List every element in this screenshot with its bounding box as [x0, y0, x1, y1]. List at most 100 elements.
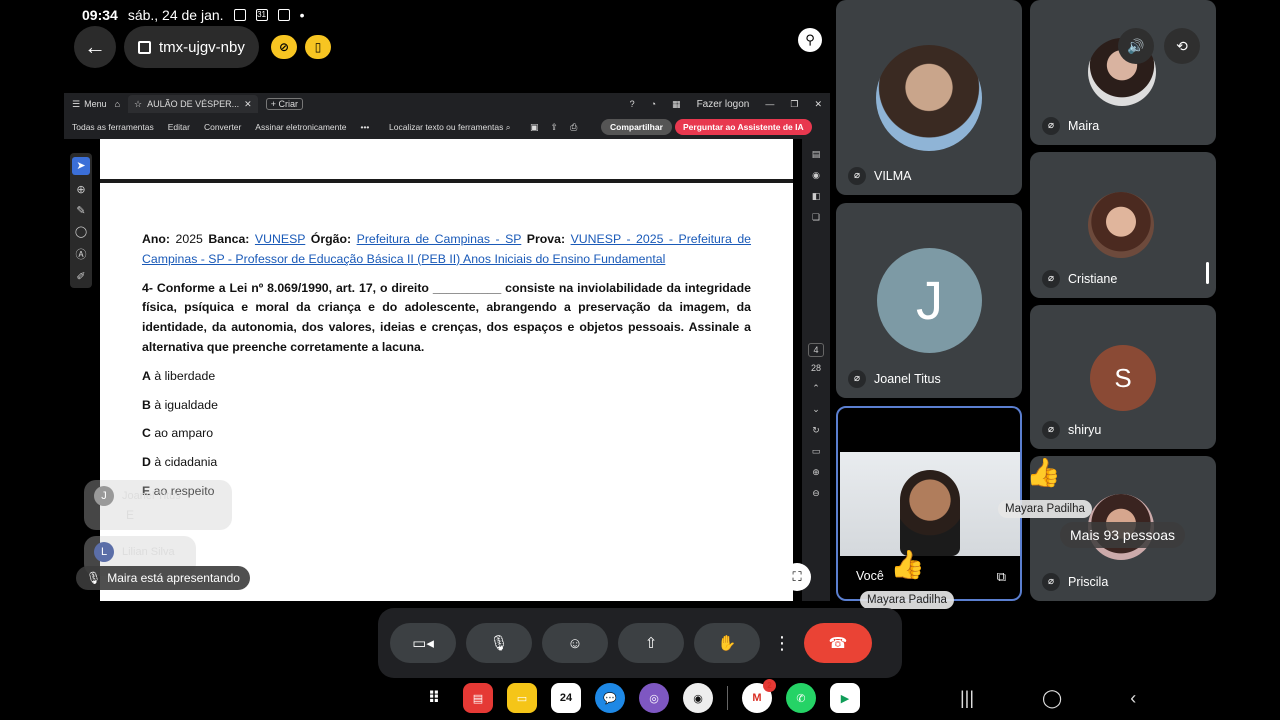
orgao-link[interactable]: Prefeitura de Campinas - SP: [357, 232, 522, 246]
chevron-up-icon[interactable]: ⌃: [812, 383, 820, 394]
sign-button[interactable]: Assinar eletronicamente: [255, 122, 346, 132]
ai-assistant-button[interactable]: Perguntar ao Assistente de IA: [675, 119, 812, 135]
zoom-out-icon[interactable]: ⊖: [812, 488, 820, 499]
sync-status-icon: [277, 9, 290, 21]
pin-icon: ⚲: [805, 32, 815, 47]
hamburger-icon: ☰: [72, 98, 81, 109]
camera-button[interactable]: ▭◂: [390, 623, 456, 663]
pin-button[interactable]: ⚲: [798, 28, 822, 52]
refresh-icon[interactable]: ↻: [812, 425, 820, 436]
chevron-down-icon[interactable]: ⌄: [812, 404, 820, 415]
option-a: A à liberdade: [142, 367, 751, 387]
end-call-button[interactable]: ☎: [804, 623, 872, 663]
convert-button[interactable]: Converter: [204, 122, 241, 132]
pdf-tab[interactable]: ☆ AULÃO DE VÉSPER... ✕: [128, 95, 258, 113]
new-tab-button[interactable]: + Criar: [265, 98, 303, 110]
participant-tile[interactable]: ⌀ VILMA: [836, 0, 1022, 195]
edit-button[interactable]: Editar: [168, 122, 190, 132]
banca-link[interactable]: VUNESP: [255, 232, 305, 246]
pen-icon[interactable]: ✎: [76, 204, 85, 217]
ano-value: 2025: [175, 232, 203, 246]
mic-icon: 🎙: [489, 635, 509, 652]
find-label: Localizar texto ou ferramentas: [389, 121, 504, 132]
camera-app-icon[interactable]: ◉: [683, 683, 713, 713]
participant-tile[interactable]: 🔊 ⟲ ⌀ Maira: [1030, 0, 1216, 145]
tiles-scrollbar[interactable]: [1206, 262, 1209, 284]
minimize-icon[interactable]: —: [765, 99, 774, 109]
home-circle-icon[interactable]: ◯: [1042, 688, 1062, 709]
camera-off-indicator-button[interactable]: ⊘: [271, 35, 297, 59]
restore-icon[interactable]: ❐: [790, 99, 798, 110]
meet-screen: 09:34 sáb., 24 de jan. 31 • ▭ ◠ 88 ← tmx…: [64, 0, 1216, 720]
close-tab-icon[interactable]: ✕: [244, 99, 252, 110]
sticky-icon[interactable]: ◉: [812, 170, 820, 181]
present-icon: ⇧: [644, 635, 658, 652]
back-nav-icon[interactable]: ‹: [1130, 688, 1136, 709]
gmail-app-icon[interactable]: M2: [742, 679, 776, 713]
present-button[interactable]: ⇧: [618, 623, 684, 663]
back-button[interactable]: ←: [74, 26, 116, 68]
more-options-button[interactable]: ⋮: [770, 623, 794, 663]
page-number[interactable]: 4: [808, 343, 824, 357]
bookmark-icon[interactable]: ◧: [812, 191, 821, 202]
comment-icon[interactable]: ▤: [812, 149, 821, 160]
flashcard-app-icon[interactable]: ▤: [463, 683, 493, 713]
raise-hand-button[interactable]: ✋: [694, 623, 760, 663]
mic-off-icon: ⌀: [848, 167, 866, 185]
meeting-code-chip[interactable]: tmx-ujgv-nby: [124, 26, 259, 68]
chat-sender: Joanel Titus: [122, 489, 181, 502]
home-icon[interactable]: ⌂: [115, 99, 120, 109]
participant-tile[interactable]: S ⌀ shiryu: [1030, 305, 1216, 449]
fullscreen-button[interactable]: ⛶: [783, 563, 811, 591]
document-icon[interactable]: ▭: [812, 446, 821, 457]
participant-tile[interactable]: J ⌀ Joanel Titus: [836, 203, 1022, 398]
print-icon[interactable]: ⎙: [570, 122, 577, 133]
leave-door-button[interactable]: ▯: [305, 35, 331, 59]
presenting-indicator: 🎙 Maira está apresentando: [76, 566, 250, 590]
meet-app-icon[interactable]: ▶: [830, 683, 860, 713]
self-tile[interactable]: Você ⧉: [836, 406, 1022, 601]
avatar: [1088, 192, 1154, 258]
end-call-icon: ☎: [828, 635, 848, 652]
lasso-icon[interactable]: ◯: [75, 225, 87, 238]
all-tools-button[interactable]: Todas as ferramentas: [72, 122, 154, 132]
messages-app-icon[interactable]: 💬: [595, 683, 625, 713]
files-app-icon[interactable]: ▭: [507, 683, 537, 713]
option-letter: B: [142, 397, 151, 412]
login-button[interactable]: Fazer logon: [697, 99, 750, 110]
save-icon[interactable]: ▣: [530, 122, 539, 133]
help-icon[interactable]: ?: [630, 99, 635, 109]
pages-icon[interactable]: ❏: [812, 212, 820, 223]
close-window-icon[interactable]: ✕: [814, 99, 822, 110]
more-people-chip[interactable]: Mais 93 pessoas: [1060, 522, 1186, 548]
share-button[interactable]: Compartilhar: [601, 119, 672, 135]
zoom-tool-icon[interactable]: ⊕: [76, 183, 85, 196]
text-box-icon[interactable]: Ⓐ: [76, 246, 87, 262]
recents-icon[interactable]: |||: [960, 688, 974, 709]
avatar: L: [94, 542, 114, 562]
mic-off-icon: ⌀: [1042, 421, 1060, 439]
whatsapp-app-icon[interactable]: ✆: [786, 683, 816, 713]
stamp-icon[interactable]: ✐: [76, 270, 85, 283]
share-screen-icon[interactable]: ⧉: [997, 569, 1006, 585]
pdf-menu[interactable]: ☰ Menu: [72, 99, 107, 110]
find-tools-button[interactable]: Localizar texto ou ferramentas ⌕: [389, 122, 510, 133]
switch-camera-icon[interactable]: ⟲: [1164, 28, 1200, 64]
app-drawer-icon[interactable]: ⠿: [419, 683, 449, 713]
select-cursor-icon[interactable]: ➤: [72, 157, 90, 175]
calendar-app-icon[interactable]: 24: [551, 683, 581, 713]
mic-button[interactable]: 🎙: [466, 623, 532, 663]
upload-icon[interactable]: ⇪: [551, 122, 559, 133]
avatar: J: [877, 248, 982, 353]
dock-divider: [727, 686, 728, 710]
option-text: à cidadania: [154, 455, 218, 470]
apps-icon[interactable]: ▦: [672, 99, 681, 110]
zoom-in-icon[interactable]: ⊕: [812, 467, 820, 478]
participant-tile[interactable]: ⌀ Cristiane: [1030, 152, 1216, 298]
emoji-button[interactable]: ☺: [542, 623, 608, 663]
volume-icon[interactable]: 🔊: [1118, 28, 1154, 64]
browser-app-icon[interactable]: ◎: [639, 683, 669, 713]
new-tab-label: Criar: [278, 99, 298, 109]
bell-icon[interactable]: ◔: [651, 99, 656, 109]
more-tools-icon[interactable]: •••: [360, 122, 369, 132]
